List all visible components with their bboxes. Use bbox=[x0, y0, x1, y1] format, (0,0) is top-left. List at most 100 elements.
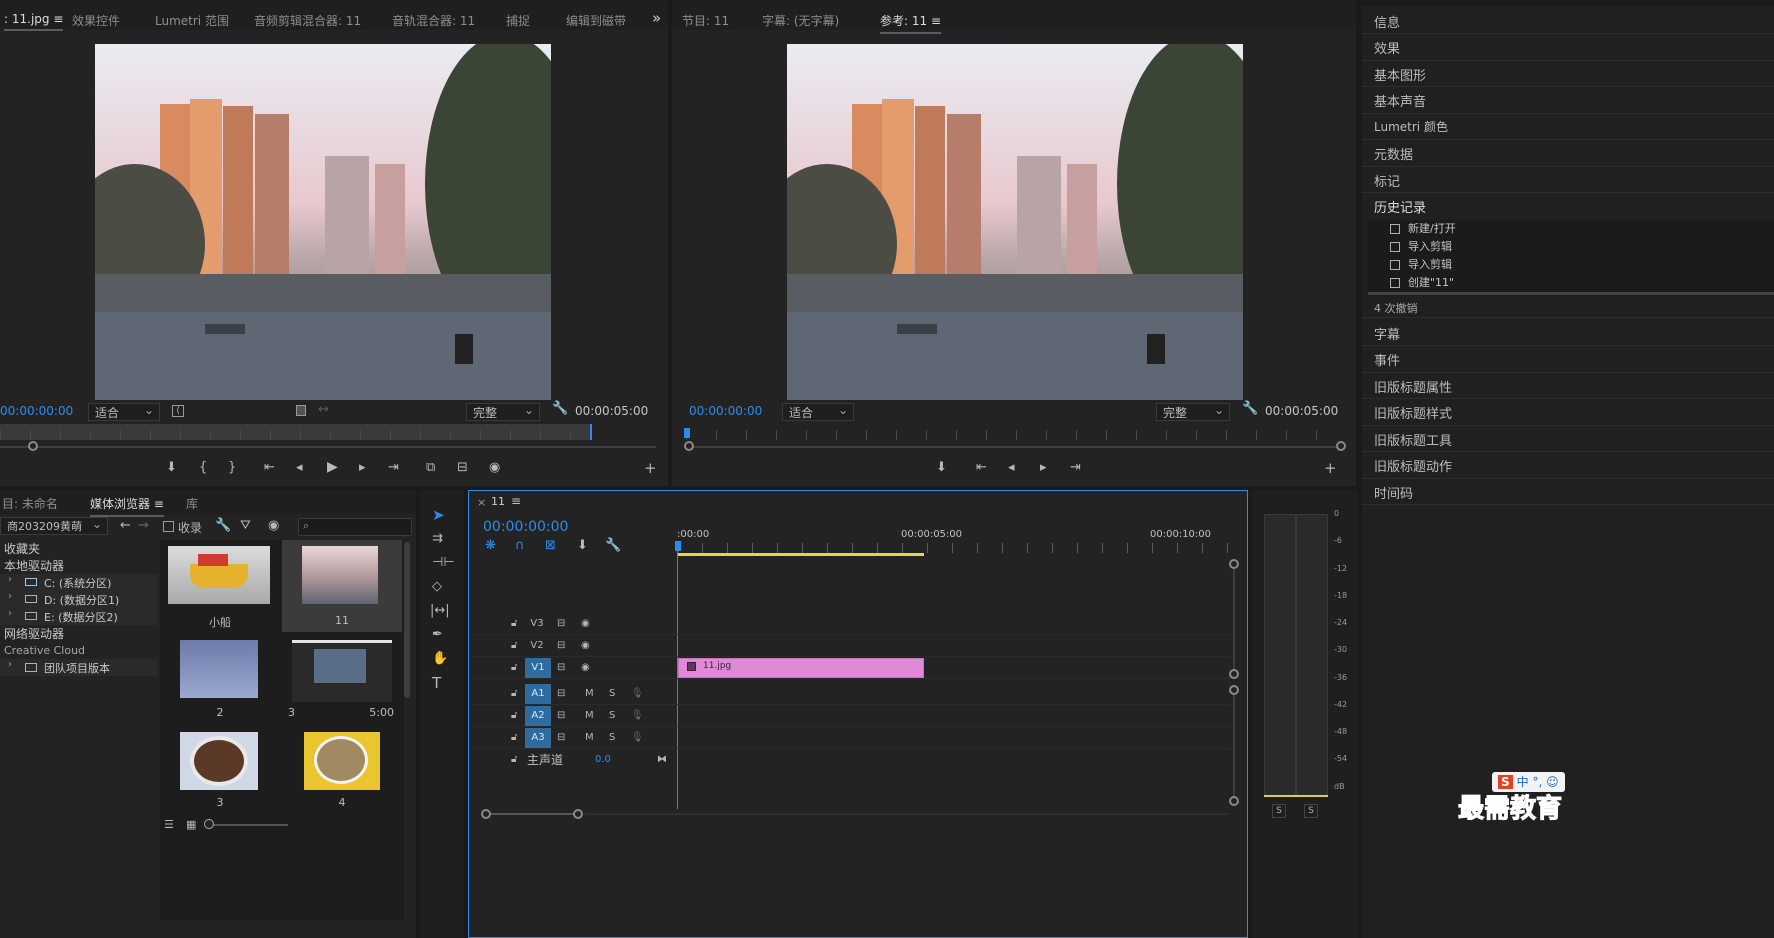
source-timecode-current[interactable]: 00:00:00:00 bbox=[0, 404, 73, 418]
lock-icon[interactable]: 🔓︎ bbox=[511, 657, 517, 679]
lock-icon[interactable]: 🔓︎ bbox=[511, 705, 517, 727]
play-icon[interactable]: ▶ bbox=[327, 460, 338, 474]
expand-chevron-icon[interactable]: › bbox=[8, 608, 12, 619]
go-to-in-icon[interactable]: ⇤ bbox=[264, 461, 275, 475]
mark-out-icon[interactable]: } bbox=[228, 461, 236, 475]
sync-lock-icon[interactable]: ⊟ bbox=[557, 705, 565, 727]
thumb-3-food[interactable]: 3 bbox=[160, 726, 280, 812]
selection-tool-icon[interactable]: ➤ bbox=[432, 508, 445, 523]
solo-button[interactable]: S bbox=[609, 705, 615, 727]
meter-solo-right-button[interactable]: S bbox=[1304, 804, 1318, 818]
tree-drive-d-row[interactable]: › D: (数据分区1) bbox=[0, 591, 158, 608]
razor-tool-icon[interactable]: ◇ bbox=[432, 580, 442, 594]
tab-captions[interactable]: 字幕: (无字幕) bbox=[762, 12, 839, 29]
mute-button[interactable]: M bbox=[585, 705, 594, 727]
video-scroll-knob-bottom[interactable] bbox=[1229, 669, 1239, 679]
timeline-playhead-handle[interactable] bbox=[675, 541, 681, 551]
media-path-dropdown[interactable]: 商203209黄萌 bbox=[0, 515, 108, 535]
program-fit-dropdown[interactable]: 适合 bbox=[782, 401, 854, 421]
tree-favorites[interactable]: 收藏夹 bbox=[4, 540, 40, 557]
ripple-edit-tool-icon[interactable]: ⊣⊢ bbox=[432, 556, 455, 570]
history-item[interactable]: 导入剪辑 bbox=[1368, 238, 1774, 256]
panel-info[interactable]: 信息 bbox=[1374, 12, 1400, 31]
tab-capture[interactable]: 捕捉 bbox=[506, 12, 530, 29]
expand-chevron-icon[interactable]: › bbox=[8, 591, 12, 602]
timeline-settings-wrench-icon[interactable]: 🔧 bbox=[605, 539, 621, 553]
audio-track-scroll-line[interactable] bbox=[1233, 689, 1235, 801]
timeline-close-icon[interactable]: × bbox=[477, 496, 486, 509]
history-item[interactable]: 导入剪辑 bbox=[1368, 256, 1774, 274]
source-quality-dropdown[interactable]: 完整 bbox=[466, 401, 540, 421]
lock-icon[interactable]: 🔓︎ bbox=[511, 613, 517, 635]
panel-lumetri-color[interactable]: Lumetri 颜色 bbox=[1374, 118, 1448, 135]
panel-legacy-title-styles[interactable]: 旧版标题样式 bbox=[1374, 403, 1452, 422]
tab-source-11jpg[interactable]: : 11.jpg ≡ bbox=[4, 12, 64, 31]
track-select-tool-icon[interactable]: ⇉ bbox=[432, 532, 443, 546]
snap-magnet-icon[interactable]: ∩ bbox=[515, 539, 525, 553]
source-zoom-knob-left[interactable] bbox=[28, 441, 38, 451]
eye-icon[interactable]: ◉ bbox=[581, 657, 590, 679]
sync-lock-icon[interactable]: ⊟ bbox=[557, 727, 565, 749]
meter-solo-left-button[interactable]: S bbox=[1272, 804, 1286, 818]
list-view-icon[interactable]: ☰ bbox=[164, 818, 174, 832]
audio-scroll-knob-bottom[interactable] bbox=[1229, 796, 1239, 806]
overwrite-icon[interactable]: ⊟ bbox=[457, 461, 468, 475]
tree-team-projects-row[interactable]: › 团队项目版本 bbox=[0, 659, 158, 676]
thumb-2[interactable]: 2 bbox=[160, 636, 280, 722]
tab-project[interactable]: 目: 未命名 bbox=[2, 495, 58, 512]
drag-video-icon[interactable] bbox=[296, 405, 306, 416]
timeline-zoom-knob-left[interactable] bbox=[481, 809, 491, 819]
program-go-to-out-icon[interactable]: ⇥ bbox=[1070, 461, 1081, 475]
history-item[interactable]: 创建"11" bbox=[1368, 274, 1774, 292]
source-zoom-scrollbar[interactable] bbox=[0, 446, 656, 448]
sync-lock-icon[interactable]: ⊟ bbox=[557, 683, 565, 705]
type-tool-icon[interactable]: T bbox=[432, 676, 441, 691]
program-marker-icon[interactable]: ⬇ bbox=[936, 461, 947, 475]
filter-icon[interactable]: ⛛ bbox=[240, 519, 251, 533]
sync-lock-icon[interactable]: ⊟ bbox=[557, 613, 565, 635]
microphone-icon[interactable]: 🎙︎ bbox=[631, 727, 644, 749]
tab-effect-controls[interactable]: 效果控件 bbox=[72, 12, 120, 29]
tree-network-drives[interactable]: 网络驱动器 bbox=[4, 625, 64, 642]
timeline-zoom-knob-right[interactable] bbox=[573, 809, 583, 819]
audio-scroll-knob-top[interactable] bbox=[1229, 685, 1239, 695]
lock-icon[interactable]: 🔓︎ bbox=[511, 683, 517, 705]
program-settings-wrench-icon[interactable]: 🔧 bbox=[1242, 402, 1258, 416]
eye-icon[interactable]: ◉ bbox=[581, 635, 590, 657]
nav-forward-icon[interactable]: → bbox=[138, 519, 149, 533]
microphone-icon[interactable]: 🎙︎ bbox=[631, 683, 644, 705]
lock-icon[interactable]: 🔓︎ bbox=[511, 635, 517, 657]
track-target-v1[interactable]: V1 bbox=[525, 658, 551, 678]
tree-creative-cloud[interactable]: Creative Cloud bbox=[4, 644, 85, 657]
panel-legacy-title-properties[interactable]: 旧版标题属性 bbox=[1374, 377, 1452, 396]
history-scrollbar[interactable] bbox=[1368, 292, 1774, 295]
program-zoom-knob-right[interactable] bbox=[1336, 441, 1346, 451]
program-step-forward-icon[interactable]: ▸ bbox=[1040, 461, 1047, 475]
master-volume-value[interactable]: 0.0 bbox=[595, 749, 611, 771]
work-area-bar[interactable] bbox=[677, 553, 924, 556]
tab-audio-track-mixer[interactable]: 音轨混合器: 11 bbox=[392, 12, 475, 29]
linked-selection-icon[interactable]: ⊠ bbox=[545, 539, 556, 553]
panel-history[interactable]: 历史记录 bbox=[1374, 197, 1426, 216]
tab-audio-clip-mixer[interactable]: 音频剪辑混合器: 11 bbox=[254, 12, 361, 29]
video-clip-11jpg[interactable]: 11.jpg bbox=[678, 658, 924, 678]
solo-button[interactable]: S bbox=[609, 683, 615, 705]
insert-icon[interactable]: ⧉ bbox=[426, 461, 435, 475]
tab-program-11[interactable]: 节目: 11 bbox=[682, 12, 729, 29]
panel-legacy-title-tools[interactable]: 旧版标题工具 bbox=[1374, 430, 1452, 449]
track-target-a2[interactable]: A2 bbox=[525, 706, 551, 726]
icon-view-icon[interactable]: ▦ bbox=[186, 818, 196, 832]
program-add-button-icon[interactable]: + bbox=[1324, 461, 1337, 476]
lock-icon[interactable]: 🔓︎ bbox=[511, 727, 517, 749]
microphone-icon[interactable]: 🎙︎ bbox=[631, 705, 644, 727]
go-to-out-icon[interactable]: ⇥ bbox=[388, 461, 399, 475]
timeline-sequence-tab[interactable]: 11 bbox=[491, 495, 505, 508]
program-quality-dropdown[interactable]: 完整 bbox=[1156, 401, 1230, 421]
thumb-11[interactable]: 11 bbox=[282, 540, 402, 632]
solo-button[interactable]: S bbox=[609, 727, 615, 749]
tree-drive-e-row[interactable]: › E: (数据分区2) bbox=[0, 608, 158, 625]
nav-back-icon[interactable]: ← bbox=[120, 519, 131, 533]
program-zoom-scrollbar[interactable] bbox=[686, 446, 1342, 448]
panel-timecode[interactable]: 时间码 bbox=[1374, 483, 1413, 502]
panel-legacy-title-actions[interactable]: 旧版标题动作 bbox=[1374, 456, 1452, 475]
